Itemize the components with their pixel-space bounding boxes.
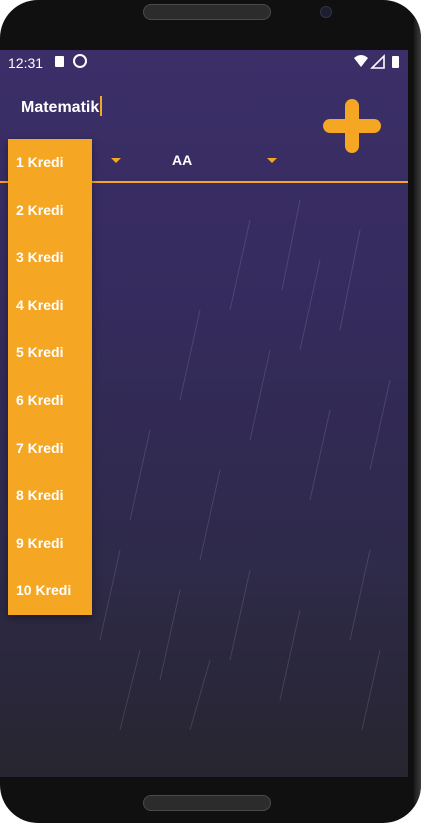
bottom-speaker	[143, 795, 271, 811]
sim-card-icon	[55, 56, 64, 67]
top-speaker	[143, 4, 271, 20]
grade-dropdown-arrow-icon[interactable]	[267, 158, 277, 163]
credit-option-4[interactable]: 4 Kredi	[8, 294, 92, 342]
credit-dropdown-arrow-icon[interactable]	[111, 158, 121, 163]
phone-device-frame: 12:31 Matematik AA 1 Kredi 2 Kredi 3 Kre…	[0, 0, 421, 823]
front-camera	[320, 6, 332, 18]
course-name-input[interactable]: Matematik	[21, 96, 103, 120]
credit-option-1[interactable]: 1 Kredi	[8, 151, 92, 199]
text-caret	[100, 96, 103, 116]
credit-option-9[interactable]: 9 Kredi	[8, 532, 92, 580]
battery-icon	[392, 56, 399, 68]
credit-option-6[interactable]: 6 Kredi	[8, 389, 92, 437]
credit-option-10[interactable]: 10 Kredi	[8, 579, 92, 627]
wifi-icon	[354, 55, 368, 67]
credit-option-8[interactable]: 8 Kredi	[8, 484, 92, 532]
status-icons	[354, 54, 399, 69]
sync-icon	[73, 54, 87, 68]
grade-select-value[interactable]: AA	[172, 151, 192, 169]
credit-option-3[interactable]: 3 Kredi	[8, 246, 92, 294]
signal-icon	[370, 54, 385, 69]
credit-option-5[interactable]: 5 Kredi	[8, 341, 92, 389]
credit-option-7[interactable]: 7 Kredi	[8, 437, 92, 485]
app-screen: 12:31 Matematik AA 1 Kredi 2 Kredi 3 Kre…	[0, 50, 408, 777]
credit-dropdown-menu: 1 Kredi 2 Kredi 3 Kredi 4 Kredi 5 Kredi …	[8, 139, 92, 615]
course-name-value: Matematik	[21, 99, 100, 116]
status-time: 12:31	[8, 55, 44, 71]
status-bar: 12:31	[0, 50, 408, 76]
credit-option-2[interactable]: 2 Kredi	[8, 199, 92, 247]
